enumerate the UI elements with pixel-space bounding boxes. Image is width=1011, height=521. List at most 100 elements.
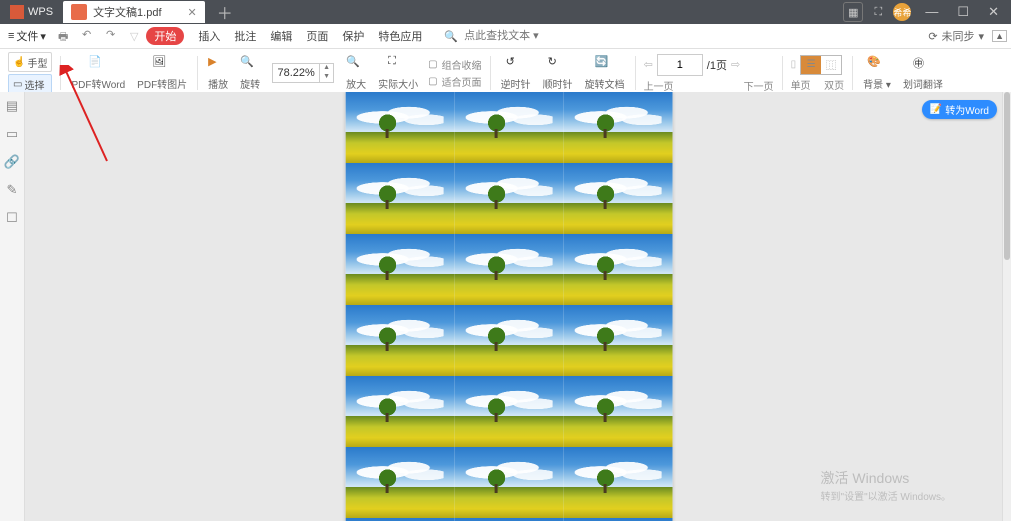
tab-protect[interactable]: 保护 (342, 28, 364, 44)
pdf-image-icon: 🖼 (152, 55, 172, 75)
single-label: 单页 (791, 77, 811, 92)
single-page-icon[interactable]: ▯ (791, 59, 797, 70)
select-tool-button[interactable]: ▭ 选择 (8, 74, 52, 94)
titlebar-right: ▦ ⛶ 希希 — ☐ ✕ (843, 0, 1007, 24)
tab-start[interactable]: 开始 (146, 27, 184, 45)
rotate-ccw-icon: ↺ (506, 55, 526, 75)
pdf-word-icon: 📄 (88, 55, 108, 75)
watermark-line1: 激活 Windows (821, 468, 951, 488)
scrollbar-thumb[interactable] (1004, 92, 1010, 260)
double-label: 双页 (824, 77, 844, 92)
print-icon[interactable]: 🖶 (58, 28, 74, 44)
image-cell (564, 163, 673, 234)
translate-button[interactable]: ㊥ 划词翻译 (897, 51, 949, 95)
rotate-cw-icon: ↻ (548, 55, 568, 75)
sidebar-search-icon[interactable]: ☐ (6, 210, 18, 226)
image-cell (564, 92, 673, 163)
rotate-ccw-button[interactable]: ↺ 逆时针 (495, 51, 537, 95)
convert-label: 转为Word (945, 102, 989, 117)
file-menu[interactable]: ≡ 文件 ▾ (4, 28, 50, 44)
document-canvas[interactable] (25, 92, 1003, 521)
fit-page-button[interactable]: ▢ 适合页面 (428, 74, 481, 89)
pdf-to-word-button[interactable]: 📄 PDF转Word (65, 51, 131, 95)
minimize-button[interactable]: — (917, 4, 946, 19)
toolbar: ☝ 手型 ▭ 选择 📄 PDF转Word 🖼 PDF转图片 ▶ 播放 🔍 旋转 … (0, 49, 1011, 98)
image-grid (346, 92, 673, 521)
collapse-ribbon-icon[interactable]: ▲ (992, 30, 1007, 42)
document-tab-title: 文字文稿1.pdf (93, 4, 161, 20)
zoom-out-icon: 🔍 (240, 55, 260, 75)
layout-row: ▯ ☰ ⿲ (791, 55, 845, 75)
zoom-input[interactable]: 78.22% (273, 64, 319, 82)
sidebar-signatures-icon[interactable]: ✎ (7, 182, 18, 198)
document-tab[interactable]: 文字文稿1.pdf ✕ (63, 1, 205, 23)
sidebar-bookmarks-icon[interactable]: ▭ (6, 126, 18, 142)
menubar: ≡ 文件 ▾ 🖶 ↶ ↷ ▽ 开始 插入 批注 编辑 页面 保护 特色应用 🔍 … (0, 24, 1011, 49)
workspace: ▤ ▭ 🔗 ✎ ☐ (0, 92, 1003, 521)
search-icon: 🔍 (444, 30, 458, 43)
notification-icon[interactable]: ⛶ (869, 3, 887, 21)
vertical-scrollbar[interactable] (1002, 92, 1011, 521)
rotate-button[interactable]: 🔍 旋转 (234, 51, 266, 95)
toolbar-separator (490, 56, 491, 90)
image-cell (346, 447, 455, 518)
rotate-doc-button[interactable]: 🔄 旋转文档 (579, 51, 631, 95)
convert-to-word-chip[interactable]: 📝 转为Word (922, 100, 997, 119)
app-root: WPS 文字文稿1.pdf ✕ ＋ ▦ ⛶ 希希 — ☐ ✕ ≡ 文件 ▾ 🖶 … (0, 0, 1011, 521)
page-box: ⇦ /1页 ⇨ (644, 54, 774, 76)
zoom-in-icon: 🔍 (346, 55, 366, 75)
rotate-cw-button[interactable]: ↻ 顺时针 (537, 51, 579, 95)
hand-tool-button[interactable]: ☝ 手型 (8, 52, 52, 72)
pdf-file-icon (71, 4, 87, 20)
close-button[interactable]: ✕ (980, 4, 1007, 19)
actual-size-icon: ⛶ (388, 55, 408, 75)
titlebar: WPS 文字文稿1.pdf ✕ ＋ ▦ ⛶ 希希 — ☐ ✕ (0, 0, 1011, 24)
window-controls: — ☐ ✕ (917, 4, 1007, 20)
zoom-spin-up-icon[interactable]: ▲ (319, 64, 333, 73)
tab-insert[interactable]: 插入 (198, 28, 220, 44)
layout-segment: ☰ ⿲ (800, 55, 842, 75)
menu-tabs: 插入 批注 编辑 页面 保护 特色应用 (198, 28, 422, 44)
avatar[interactable]: 希希 (893, 3, 911, 21)
image-cell (455, 447, 564, 518)
grid-apps-icon[interactable]: ▦ (843, 2, 863, 22)
background-button[interactable]: 🎨 背景 ▾ (857, 51, 897, 95)
menubar-right: ⟳ 未同步 ▾ ▲ (928, 28, 1007, 44)
next-page-label: 下一页 (744, 78, 774, 93)
image-cell (455, 305, 564, 376)
zoom-spinners: ▲ ▼ (319, 64, 333, 82)
facing-layout-button[interactable]: ⿲ (821, 56, 841, 74)
actual-size-button[interactable]: ⛶ 实际大小 (372, 51, 424, 95)
tab-close-icon[interactable]: ✕ (188, 6, 197, 19)
wps-logo-icon (10, 5, 24, 19)
tab-edit[interactable]: 编辑 (270, 28, 292, 44)
menu-separator: ▽ (130, 30, 138, 43)
redo-icon[interactable]: ↷ (106, 28, 122, 44)
tab-features[interactable]: 特色应用 (378, 28, 422, 44)
tab-page[interactable]: 页面 (306, 28, 328, 44)
sync-button[interactable]: ⟳ 未同步 ▾ (928, 28, 984, 44)
image-cell (455, 376, 564, 447)
sidebar-thumbnails-icon[interactable]: ▤ (6, 98, 18, 114)
tab-add-button[interactable]: ＋ (205, 0, 245, 24)
sidebar-attachments-icon[interactable]: 🔗 (4, 154, 20, 170)
toolbar-separator (60, 56, 61, 90)
pdf-to-image-button[interactable]: 🖼 PDF转图片 (131, 51, 193, 95)
fit-combo-button[interactable]: ▢ 组合收缩 (428, 57, 481, 72)
page-number-input[interactable] (657, 54, 703, 76)
tab-comment[interactable]: 批注 (234, 28, 256, 44)
image-cell (346, 376, 455, 447)
zoom-in-button[interactable]: 🔍 放大 (340, 51, 372, 95)
image-cell (346, 305, 455, 376)
continuous-layout-button[interactable]: ☰ (801, 56, 821, 74)
next-page-icon[interactable]: ⇨ (731, 58, 740, 71)
app-name: WPS (28, 6, 53, 18)
prev-page-icon[interactable]: ⇦ (644, 58, 653, 71)
undo-icon[interactable]: ↶ (82, 28, 98, 44)
play-button[interactable]: ▶ 播放 (202, 51, 234, 95)
toolbar-separator (635, 56, 636, 90)
zoom-spin-down-icon[interactable]: ▼ (319, 73, 333, 82)
maximize-button[interactable]: ☐ (949, 4, 977, 19)
page-nav-group: ⇦ /1页 ⇨ 上一页 下一页 (640, 54, 778, 93)
search-input[interactable] (462, 29, 616, 43)
